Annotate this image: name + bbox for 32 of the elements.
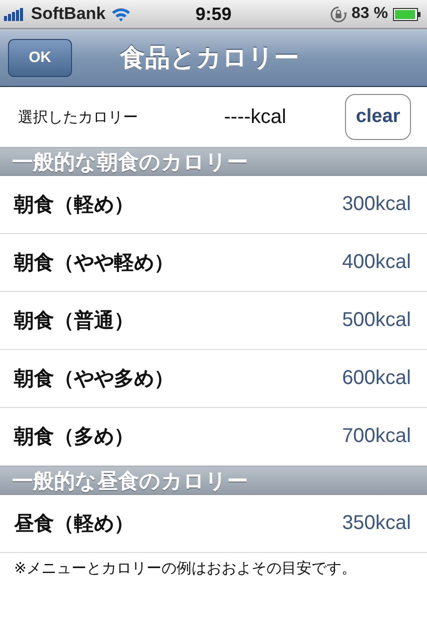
list-row[interactable]: 朝食（普通） 500kcal bbox=[0, 292, 427, 350]
food-name: 朝食（やや軽め） bbox=[14, 251, 174, 276]
calorie-value: 350kcal bbox=[342, 512, 411, 535]
section-title: 一般的な朝食のカロリー bbox=[12, 150, 248, 176]
clear-button[interactable]: clear bbox=[345, 94, 411, 140]
calorie-value: 300kcal bbox=[342, 193, 411, 216]
note-text: ※メニューとカロリーの例はおおよその目安です。 bbox=[13, 559, 358, 579]
list-row[interactable]: 朝食（やや軽め） 400kcal bbox=[0, 234, 427, 292]
food-name: 朝食（やや多め） bbox=[14, 367, 174, 392]
food-name: 昼食（軽め） bbox=[14, 512, 134, 537]
calorie-value: 500kcal bbox=[342, 309, 411, 332]
battery-icon bbox=[393, 8, 421, 20]
selected-calories: ----kcal bbox=[223, 106, 288, 128]
ok-button[interactable]: OK bbox=[8, 38, 72, 76]
section-title: 一般的な昼食のカロリー bbox=[12, 468, 248, 494]
rotation-lock-icon bbox=[330, 6, 347, 22]
wifi-icon bbox=[110, 6, 131, 22]
list-row[interactable]: 昼食（軽め） 350kcal bbox=[0, 495, 427, 553]
selection-label: 選択したカロリー bbox=[18, 108, 139, 126]
food-name: 朝食（普通） bbox=[14, 308, 134, 334]
clock-time: 9:59 bbox=[195, 4, 232, 24]
calorie-value: 700kcal bbox=[342, 425, 411, 448]
carrier-name: SoftBank bbox=[31, 4, 106, 24]
list-row[interactable]: 朝食（軽め） 300kcal bbox=[0, 176, 427, 234]
signal-icon bbox=[4, 7, 26, 21]
list-row[interactable]: 朝食（やや多め） 600kcal bbox=[0, 350, 427, 408]
battery-percent: 83 % bbox=[352, 5, 388, 23]
screen-title: 食品とカロリー bbox=[120, 43, 299, 74]
calorie-value: 600kcal bbox=[342, 367, 411, 390]
food-name: 朝食（軽め） bbox=[14, 193, 134, 218]
calorie-value: 400kcal bbox=[342, 251, 411, 274]
food-name: 朝食（多め） bbox=[14, 425, 134, 450]
